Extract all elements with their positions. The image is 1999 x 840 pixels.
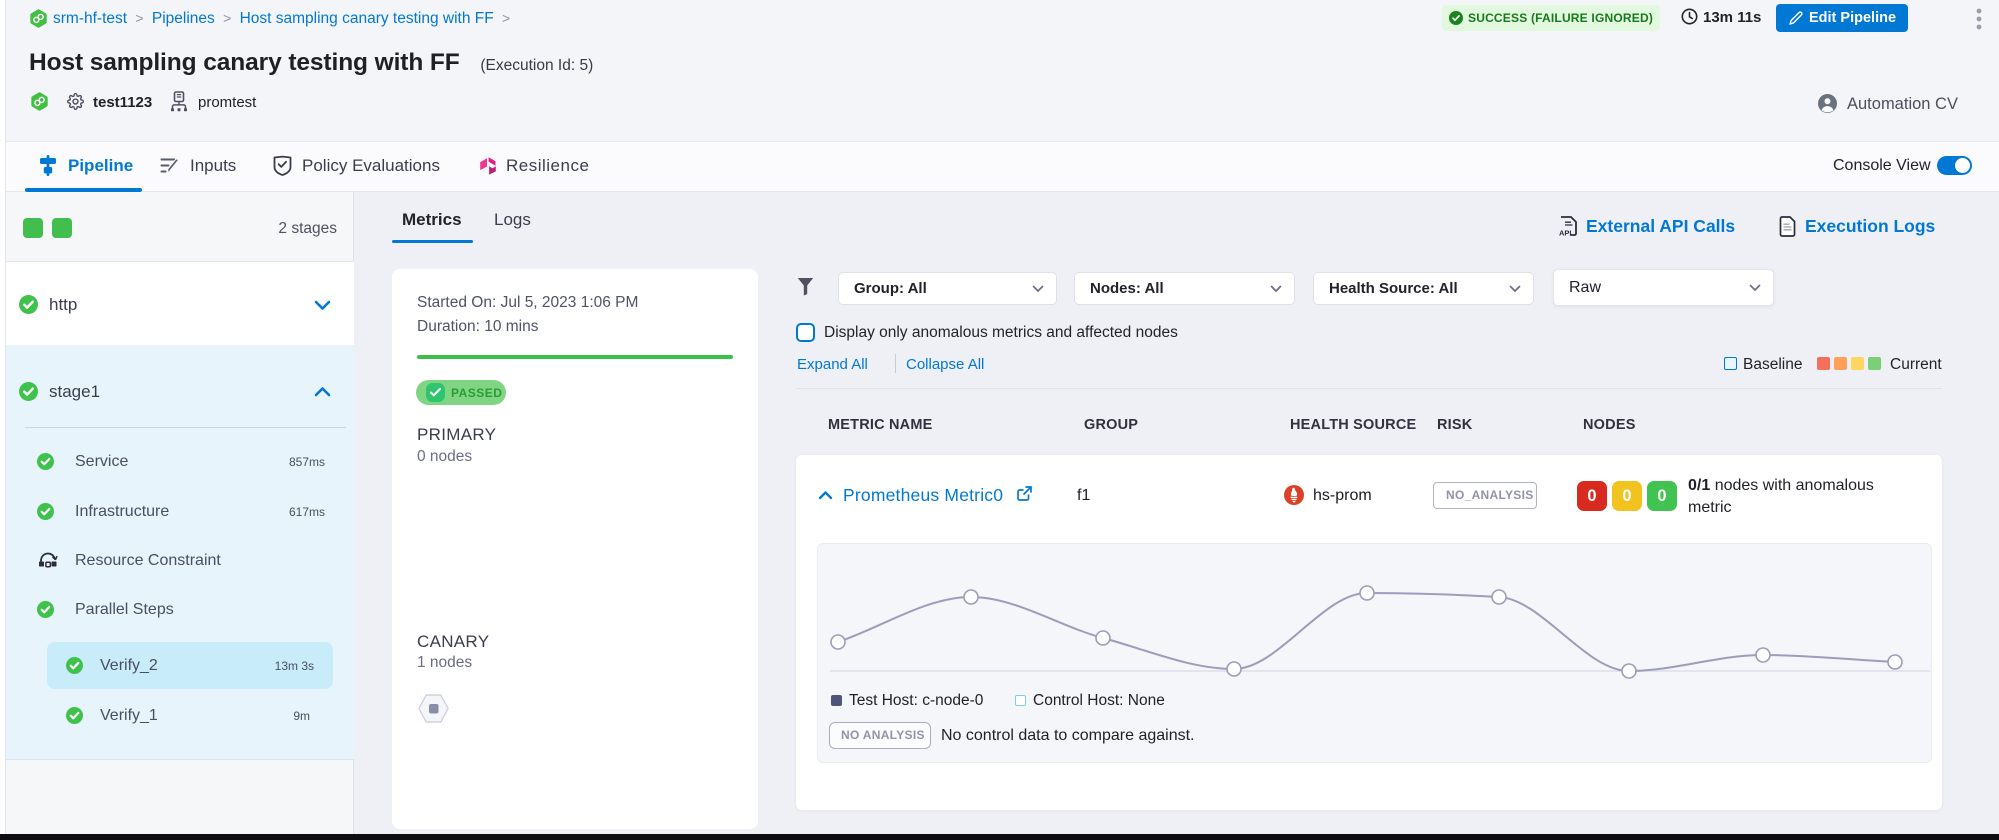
svg-text:API: API [1559,229,1572,238]
